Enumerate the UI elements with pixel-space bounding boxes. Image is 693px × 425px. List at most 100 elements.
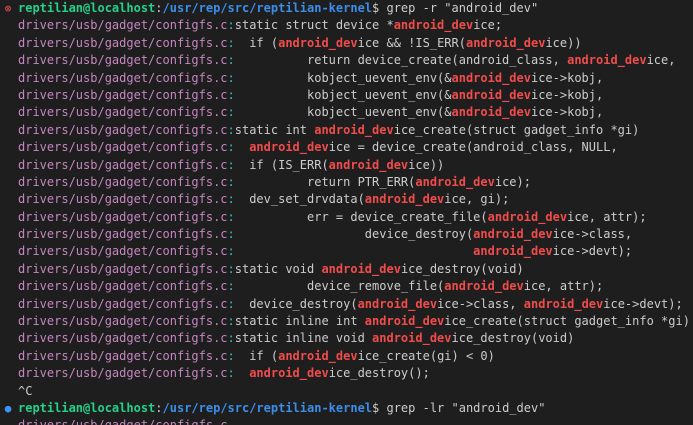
- line-text: static inline void: [234, 331, 373, 346]
- output-line: drivers/usb/gadget/configfs.c: kobject_u…: [0, 104, 693, 121]
- grep-filename: drivers/usb/gadget/configfs.c: [18, 70, 228, 85]
- line-text: ^C: [18, 383, 33, 398]
- grep-match: android_dev: [357, 296, 438, 311]
- grep-separator: :: [227, 105, 235, 120]
- output-line: ^C: [0, 383, 693, 400]
- line-text: ice)): [408, 157, 445, 172]
- grep-separator: :: [227, 18, 235, 33]
- terminal-lines: ⊗ reptilian@localhost:/usr/rep/src/reptil…: [0, 0, 693, 425]
- line-text: ice);: [494, 174, 531, 189]
- line-text: :: [155, 1, 163, 15]
- grep-separator: :: [227, 174, 235, 189]
- output-line: drivers/usb/gadget/configfs.c: android_d…: [0, 365, 693, 382]
- line-text: ice)): [545, 35, 582, 50]
- grep-filename: drivers/usb/gadget/configfs.c: [18, 35, 228, 50]
- grep-match: android_dev: [473, 227, 553, 242]
- grep-separator: :: [227, 296, 235, 311]
- output-line: drivers/usb/gadget/configfs.c: [0, 417, 693, 425]
- line-text: ice->class,: [437, 296, 524, 311]
- line-text: ice = device_create(android_class, NULL,: [328, 140, 618, 155]
- grep-filename: drivers/usb/gadget/configfs.c: [18, 314, 228, 329]
- output-line: drivers/usb/gadget/configfs.c: device_de…: [0, 226, 693, 243]
- grep-filename: drivers/usb/gadget/configfs.c: [18, 122, 228, 137]
- grep-separator: :: [227, 314, 235, 329]
- line-text: [235, 140, 249, 154]
- line-text: if (: [234, 35, 279, 50]
- line-text: ice,: [646, 53, 676, 68]
- grep-filename: drivers/usb/gadget/configfs.c: [18, 227, 228, 242]
- grep-separator: :: [227, 140, 235, 155]
- line-text: dev_set_drvdata(: [234, 192, 365, 207]
- grep-match: android_dev: [278, 35, 358, 50]
- grep-separator: :: [227, 209, 235, 224]
- grep-filename: drivers/usb/gadget/configfs.c: [18, 366, 228, 381]
- line-text: ice && !IS_ERR(: [357, 35, 466, 50]
- output-line: drivers/usb/gadget/configfs.c: err = dev…: [0, 209, 693, 226]
- line-text: device_remove_file(: [234, 279, 445, 294]
- grep-separator: :: [227, 122, 235, 137]
- grep-separator: :: [227, 261, 235, 276]
- line-text: static int: [234, 122, 315, 137]
- line-text: device_destroy(: [234, 227, 474, 242]
- grep-match: android_dev: [523, 296, 604, 311]
- grep-separator: :: [227, 279, 235, 294]
- grep-filename: drivers/usb/gadget/configfs.c: [18, 279, 228, 294]
- line-text: ice_destroy(void): [400, 261, 524, 276]
- output-line: drivers/usb/gadget/configfs.c: android_d…: [0, 139, 693, 156]
- output-line: drivers/usb/gadget/configfs.c:static inl…: [0, 313, 693, 330]
- grep-match: android_dev: [372, 331, 452, 346]
- terminal-output[interactable]: ⊗ reptilian@localhost:/usr/rep/src/reptil…: [0, 0, 693, 425]
- prompt-cwd: /usr/rep/src/reptilian-kernel: [162, 1, 373, 15]
- line-text: ice_create(struct gadget_info *gi): [444, 314, 690, 329]
- output-line: drivers/usb/gadget/configfs.c: if (andro…: [0, 348, 693, 365]
- grep-filename: drivers/usb/gadget/configfs.c: [18, 296, 228, 311]
- output-line: drivers/usb/gadget/configfs.c:static str…: [0, 17, 693, 34]
- prompt-line: ● reptilian@localhost:/usr/rep/src/reptil…: [0, 400, 693, 417]
- line-text: kobject_uevent_env(&: [234, 70, 452, 85]
- line-text: [235, 244, 473, 258]
- grep-match: android_dev: [567, 53, 647, 68]
- grep-match: android_dev: [321, 261, 401, 276]
- output-line: drivers/usb/gadget/configfs.c: dev_set_d…: [0, 191, 693, 208]
- line-text: $ grep -r "android_dev": [372, 1, 539, 15]
- grep-match: android_dev: [444, 279, 524, 294]
- output-line: drivers/usb/gadget/configfs.c: return PT…: [0, 174, 693, 191]
- line-text: ice, gi);: [444, 192, 510, 207]
- line-text: ice->devt);: [552, 244, 633, 259]
- grep-filename: drivers/usb/gadget/configfs.c: [18, 174, 228, 189]
- circle-x-icon[interactable]: ⊗: [2, 0, 14, 17]
- line-text: ice->kobj,: [530, 105, 604, 120]
- grep-match: android_dev: [415, 174, 495, 189]
- grep-separator: :: [227, 35, 235, 50]
- line-text: ice_destroy(void): [451, 331, 575, 346]
- grep-separator: :: [227, 331, 235, 346]
- grep-separator: :: [227, 53, 235, 68]
- grep-filename: drivers/usb/gadget/configfs.c: [18, 331, 228, 346]
- output-line: drivers/usb/gadget/configfs.c: if (IS_ER…: [0, 157, 693, 174]
- line-text: kobject_uevent_env(&: [234, 105, 452, 120]
- line-text: static void: [234, 261, 322, 276]
- line-text: device_destroy(: [234, 296, 358, 311]
- line-text: ice->kobj,: [530, 70, 604, 85]
- prompt-user-host: reptilian@localhost: [18, 400, 156, 415]
- grep-match: android_dev: [249, 140, 329, 155]
- grep-match: android_dev: [364, 314, 445, 329]
- line-text: ice->devt);: [603, 296, 683, 311]
- line-text: ice, attr);: [567, 209, 647, 224]
- grep-filename: drivers/usb/gadget/configfs.c: [18, 418, 228, 425]
- output-line: drivers/usb/gadget/configfs.c: if (andro…: [0, 35, 693, 52]
- grep-filename: drivers/usb/gadget/configfs.c: [18, 87, 228, 102]
- line-text: if (: [234, 348, 279, 363]
- output-line: drivers/usb/gadget/configfs.c:static voi…: [0, 261, 693, 278]
- grep-filename: drivers/usb/gadget/configfs.c: [18, 261, 228, 276]
- circle-dot-icon[interactable]: ●: [2, 400, 14, 417]
- grep-separator: :: [227, 348, 235, 363]
- output-line: drivers/usb/gadget/configfs.c: kobject_u…: [0, 87, 693, 104]
- prompt-user-host: reptilian@localhost: [18, 1, 156, 15]
- line-text: ice->class,: [552, 227, 633, 242]
- grep-separator: :: [227, 366, 235, 381]
- grep-match: android_dev: [278, 348, 358, 363]
- output-line: drivers/usb/gadget/configfs.c: device_de…: [0, 296, 693, 313]
- grep-filename: drivers/usb/gadget/configfs.c: [18, 157, 228, 172]
- grep-match: android_dev: [451, 70, 531, 85]
